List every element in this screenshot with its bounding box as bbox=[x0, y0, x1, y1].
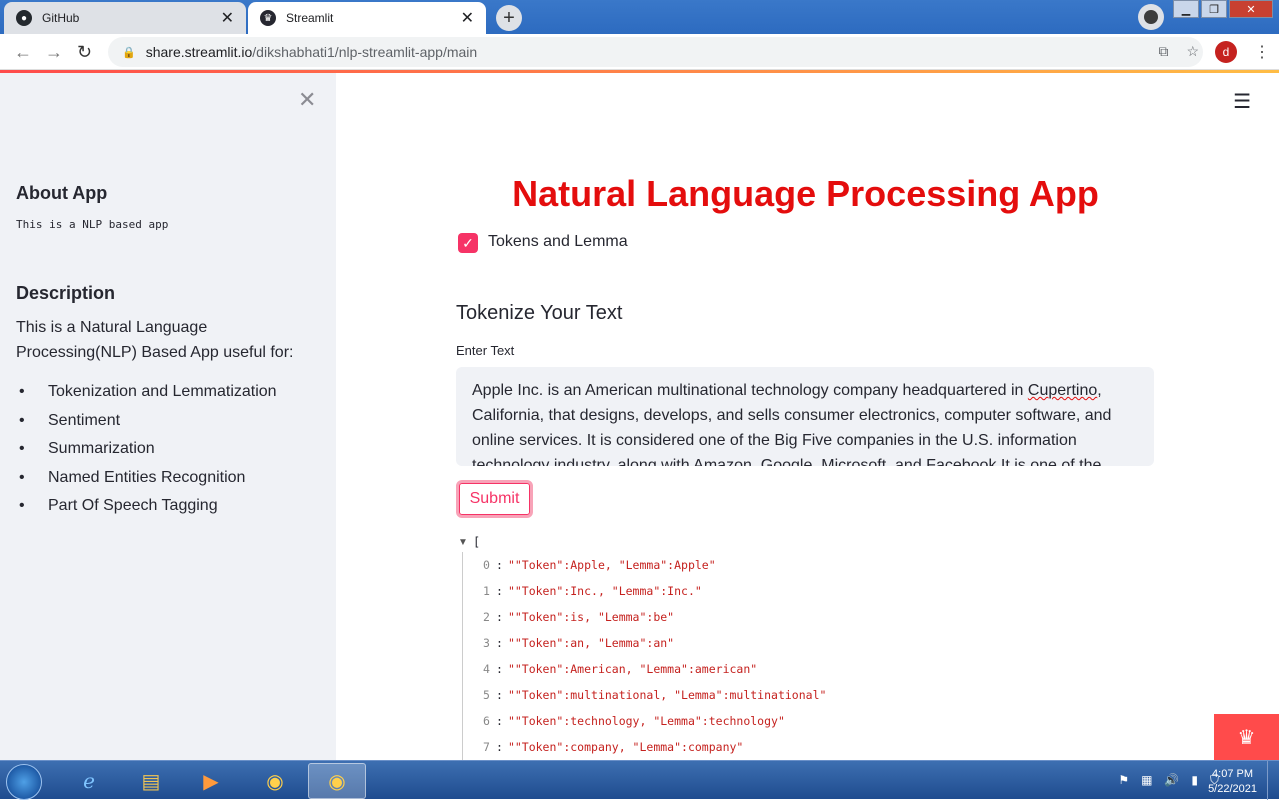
list-item: Sentiment bbox=[16, 407, 277, 436]
description-text: This is a Natural Language Processing(NL… bbox=[16, 319, 294, 361]
feature-list: Tokenization and Lemmatization Sentiment… bbox=[16, 378, 277, 521]
json-row: 4: ""Token":American, "Lemma":american" bbox=[483, 662, 758, 676]
clock-time: 4:07 PM bbox=[1212, 768, 1254, 780]
clock[interactable]: 4:07 PM 5/22/2021 bbox=[1208, 767, 1257, 797]
back-icon[interactable]: ← bbox=[14, 42, 32, 63]
window-close-button[interactable]: ✕ bbox=[1229, 0, 1273, 18]
profile-menu-icon[interactable] bbox=[1138, 4, 1164, 30]
misspelled-word: Cupertino bbox=[1027, 382, 1098, 399]
show-desktop-button[interactable] bbox=[1267, 761, 1279, 800]
sidebar-close-icon[interactable]: ✕ bbox=[298, 87, 316, 113]
list-item: Part Of Speech Tagging bbox=[16, 492, 277, 521]
avatar[interactable]: d bbox=[1215, 41, 1237, 63]
start-button[interactable] bbox=[6, 764, 42, 800]
window-controls: ▁ ❐ ✕ bbox=[1173, 0, 1273, 18]
row-index: 3 bbox=[483, 636, 490, 650]
restore-button[interactable]: ❐ bbox=[1201, 0, 1227, 18]
input-label: Enter Text bbox=[456, 343, 515, 358]
row-index: 7 bbox=[483, 740, 490, 754]
json-rows: 0: ""Token":Apple, "Lemma":Apple" 1: ""Tok… bbox=[462, 552, 962, 760]
row-index: 4 bbox=[483, 662, 490, 676]
json-row: 3: ""Token":an, "Lemma":an" bbox=[483, 636, 675, 650]
subheader: Tokenize Your Text bbox=[456, 302, 623, 324]
network-icon[interactable]: ▦ bbox=[1141, 773, 1152, 788]
tokens-lemma-checkbox[interactable]: ✓ bbox=[458, 233, 478, 253]
row-index: 5 bbox=[483, 688, 490, 702]
media-player-icon[interactable]: ▶ bbox=[182, 763, 240, 799]
bookmark-star-icon[interactable]: ☆ bbox=[1186, 43, 1199, 60]
json-row: 7: ""Token":company, "Lemma":company" bbox=[483, 740, 744, 754]
json-row: 0: ""Token":Apple, "Lemma":Apple" bbox=[483, 558, 716, 572]
github-icon: ● bbox=[16, 10, 32, 26]
row-value: ""Token":an, "Lemma":an" bbox=[507, 636, 675, 650]
browser-menu-icon[interactable]: ⋮ bbox=[1254, 42, 1270, 62]
json-row: 1: ""Token":Inc., "Lemma":Inc." bbox=[483, 584, 702, 598]
about-text: This is a NLP based app bbox=[16, 218, 169, 231]
text-part: Apple Inc. is an American multinational … bbox=[472, 382, 1028, 399]
submit-button[interactable]: Submit bbox=[456, 480, 533, 518]
row-value: ""Token":is, "Lemma":be" bbox=[507, 610, 675, 624]
json-bracket: [ bbox=[473, 535, 481, 549]
signal-icon[interactable]: ▮ bbox=[1191, 773, 1198, 788]
json-row: 2: ""Token":is, "Lemma":be" bbox=[483, 610, 675, 624]
lock-icon: 🔒 bbox=[122, 46, 136, 59]
list-item: Summarization bbox=[16, 435, 277, 464]
row-index: 0 bbox=[483, 558, 490, 572]
chrome-active-icon[interactable]: ◉ bbox=[308, 763, 366, 799]
volume-icon[interactable]: 🔊 bbox=[1164, 773, 1179, 788]
tab-github[interactable]: ● GitHub ✕ bbox=[4, 2, 246, 34]
flag-icon[interactable]: ⚑ bbox=[1118, 773, 1129, 788]
row-index: 2 bbox=[483, 610, 490, 624]
collapse-toggle-icon[interactable]: ▼ bbox=[458, 537, 468, 548]
json-row: 5: ""Token":multinational, "Lemma":multin… bbox=[483, 688, 827, 702]
system-tray: ⚑ ▦ 🔊 ▮ ⛉ bbox=[1118, 773, 1219, 788]
chrome-icon[interactable]: ◉ bbox=[246, 763, 304, 799]
forward-icon[interactable]: → bbox=[45, 42, 63, 63]
list-item: Named Entities Recognition bbox=[16, 464, 277, 493]
tab-streamlit[interactable]: ♛ Streamlit ✕ bbox=[248, 2, 486, 34]
new-tab-button[interactable]: + bbox=[496, 5, 522, 31]
translate-icon[interactable]: ⧉ bbox=[1158, 43, 1168, 60]
json-row: 6: ""Token":technology, "Lemma":technolog… bbox=[483, 714, 785, 728]
hamburger-menu-icon[interactable]: ☰ bbox=[1233, 89, 1251, 114]
tab-label: Streamlit bbox=[286, 11, 334, 25]
row-value: ""Token":American, "Lemma":american" bbox=[507, 662, 758, 676]
row-index: 1 bbox=[483, 584, 490, 598]
checkbox-label[interactable]: Tokens and Lemma bbox=[488, 233, 628, 251]
close-tab-icon[interactable]: ✕ bbox=[461, 8, 474, 28]
list-item: Tokenization and Lemmatization bbox=[16, 378, 277, 407]
row-index: 6 bbox=[483, 714, 490, 728]
page-title: Natural Language Processing App bbox=[512, 173, 1099, 214]
row-value: ""Token":multinational, "Lemma":multinat… bbox=[507, 688, 827, 702]
row-value: ""Token":technology, "Lemma":technology" bbox=[507, 714, 785, 728]
browser-tabstrip: ● GitHub ✕ ♛ Streamlit ✕ + ▁ ❐ ✕ bbox=[0, 0, 1279, 34]
row-value: ""Token":Inc., "Lemma":Inc." bbox=[507, 584, 702, 598]
browser-toolbar: ← → ↻ 🔒 share.streamlit.io/dikshabhati1/… bbox=[0, 34, 1279, 70]
taskbar: ℯ ▤ ▶ ◉ ◉ ⚑ ▦ 🔊 ▮ ⛉ 4:07 PM 5/22/2021 bbox=[0, 760, 1279, 800]
streamlit-badge-icon[interactable]: ♛ bbox=[1214, 714, 1279, 760]
streamlit-icon: ♛ bbox=[260, 10, 276, 26]
about-heading: About App bbox=[16, 183, 108, 203]
clock-date: 5/22/2021 bbox=[1208, 783, 1257, 795]
minimize-button[interactable]: ▁ bbox=[1173, 0, 1199, 18]
close-tab-icon[interactable]: ✕ bbox=[221, 8, 234, 28]
url-host: share.streamlit.io bbox=[145, 44, 253, 60]
tab-label: GitHub bbox=[42, 11, 80, 25]
file-explorer-icon[interactable]: ▤ bbox=[122, 763, 180, 799]
main-content: ☰ Natural Language Processing App ✓ Toke… bbox=[336, 73, 1279, 760]
sidebar: ✕ About App This is a NLP based app Desc… bbox=[0, 73, 336, 760]
description-heading: Description bbox=[16, 283, 116, 303]
url-path: /dikshabhati1/nlp-streamlit-app/main bbox=[252, 44, 478, 60]
internet-explorer-icon[interactable]: ℯ bbox=[60, 763, 118, 799]
row-value: ""Token":Apple, "Lemma":Apple" bbox=[507, 558, 716, 572]
row-value: ""Token":company, "Lemma":company" bbox=[507, 740, 744, 754]
address-bar[interactable]: 🔒 share.streamlit.io/dikshabhati1/nlp-st… bbox=[108, 37, 1203, 67]
text-input[interactable]: Apple Inc. is an American multinational … bbox=[456, 367, 1154, 466]
reload-icon[interactable]: ↻ bbox=[77, 42, 92, 63]
